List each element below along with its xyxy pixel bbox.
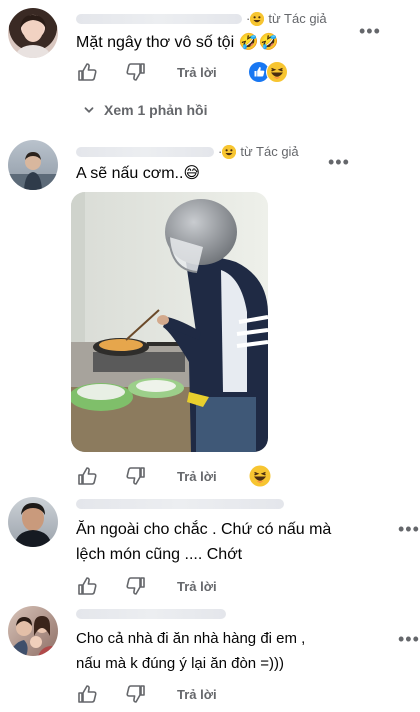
comment-actions: Trả lời [76, 61, 217, 83]
reaction-summary[interactable] [249, 465, 271, 492]
like-icon[interactable] [76, 575, 98, 597]
more-options-button[interactable]: ••• [398, 520, 420, 538]
author-name-blurred[interactable] [76, 146, 214, 157]
haha-reaction-icon [266, 61, 288, 88]
avatar[interactable] [8, 606, 58, 656]
dislike-icon[interactable] [125, 465, 147, 487]
reply-button[interactable]: Trả lời [177, 579, 217, 594]
comment-meta [76, 499, 288, 509]
view-replies-button[interactable]: Xem 1 phản hồi [84, 102, 207, 118]
like-icon[interactable] [76, 683, 98, 705]
comment-meta: · từ Tác giả [76, 11, 327, 26]
dislike-icon[interactable] [125, 683, 147, 705]
comment-text-line-1: Ăn ngoài cho chắc . Chứ có nấu mà [76, 521, 332, 538]
dislike-icon[interactable] [125, 61, 147, 83]
view-replies-label: Xem 1 phản hồi [104, 102, 208, 118]
comment-text: Mặt ngây thơ vô số tội 🤣🤣 [76, 34, 279, 51]
more-options-button[interactable]: ••• [398, 630, 420, 648]
author-badge-emoji-icon [250, 11, 265, 26]
comment-meta [76, 609, 230, 619]
chevron-down-icon [84, 105, 94, 115]
comment-text-line-1: Cho cả nhà đi ăn nhà hàng đi em , [76, 630, 306, 647]
reply-button[interactable]: Trả lời [177, 469, 217, 484]
avatar[interactable] [8, 497, 58, 547]
author-badge-label: từ Tác giả [240, 144, 299, 159]
like-icon[interactable] [76, 465, 98, 487]
haha-reaction-icon [249, 465, 271, 491]
author-badge-emoji-icon [222, 144, 237, 159]
avatar-portrait-icon [16, 14, 50, 58]
comment-actions: Trả lời [76, 465, 217, 487]
comment-photo[interactable] [71, 192, 268, 452]
cooking-photo-image [71, 192, 268, 452]
avatar-portrait-icon [8, 152, 58, 190]
reaction-summary[interactable] [249, 61, 289, 83]
author-name-blurred[interactable] [76, 13, 242, 24]
more-options-button[interactable]: ••• [328, 153, 350, 171]
comment-text-line-2: lệch món cũng .... Chớt [76, 546, 243, 563]
author-badge-label: từ Tác giả [268, 11, 327, 26]
comment-meta: · từ Tác giả [76, 144, 299, 159]
avatar[interactable] [8, 140, 58, 190]
avatar[interactable] [8, 8, 58, 58]
like-icon[interactable] [76, 61, 98, 83]
avatar-family-icon [8, 616, 58, 656]
dislike-icon[interactable] [125, 575, 147, 597]
author-name-blurred[interactable] [76, 499, 284, 509]
comment-actions: Trả lời [76, 683, 217, 705]
comment-text-line-2: nấu mà k đúng ý lại ăn đòn =))) [76, 655, 285, 672]
reply-button[interactable]: Trả lời [177, 65, 217, 80]
more-options-button[interactable]: ••• [359, 22, 381, 40]
avatar-portrait-icon [14, 503, 52, 547]
comment-actions: Trả lời [76, 575, 217, 597]
author-name-blurred[interactable] [76, 609, 226, 619]
comment-text: A sẽ nấu cơm..😅 [76, 165, 201, 182]
reply-button[interactable]: Trả lời [177, 687, 217, 702]
